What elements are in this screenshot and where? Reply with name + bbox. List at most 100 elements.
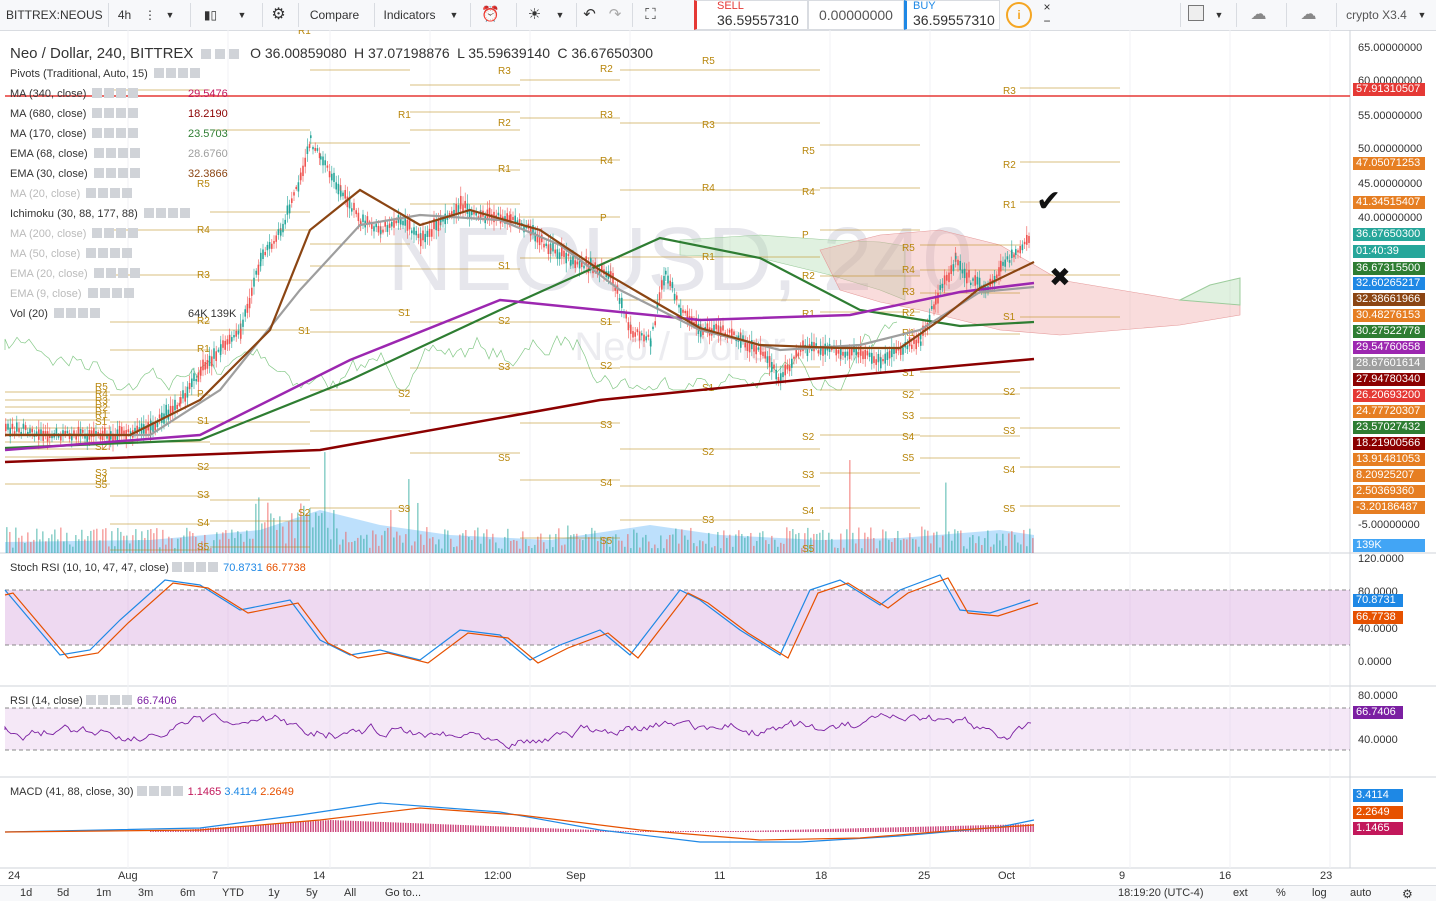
range-button-5y[interactable]: 5y	[306, 887, 318, 899]
legend-controls[interactable]	[92, 88, 140, 100]
more-icon[interactable]: ⋮	[140, 3, 160, 27]
chevron-down-icon[interactable]: ▼	[1210, 3, 1228, 27]
volume-bar	[27, 532, 29, 553]
indicator-legend-row[interactable]: MA (50, close)	[10, 248, 134, 260]
candle-body	[837, 350, 840, 354]
indicator-legend-row[interactable]: Pivots (Traditional, Auto, 15)	[10, 68, 202, 80]
rsi-value: 66.7406	[136, 695, 177, 707]
candle-body	[636, 329, 639, 333]
layout-name[interactable]: crypto X3.4	[1336, 3, 1416, 27]
range-button-1m[interactable]: 1m	[96, 887, 111, 899]
legend-controls[interactable]	[93, 268, 142, 280]
settings-icon[interactable]: ⚙	[1402, 887, 1413, 901]
macd-hist-bar	[762, 830, 764, 832]
range-button-5d[interactable]: 5d	[57, 887, 69, 899]
cloud-save-icon[interactable]: ☁	[1286, 3, 1330, 27]
range-button-ytd[interactable]: YTD	[222, 887, 244, 899]
legend-controls[interactable]	[153, 68, 202, 80]
volume-bar	[639, 547, 641, 553]
legend-controls[interactable]	[136, 786, 185, 798]
percent-toggle[interactable]: %	[1276, 887, 1286, 899]
volume-bar	[279, 516, 281, 553]
range-button-1y[interactable]: 1y	[268, 887, 280, 899]
object-tree-icon[interactable]	[1180, 3, 1210, 27]
auto-toggle[interactable]: auto	[1350, 887, 1371, 899]
volume-bar	[522, 531, 524, 553]
indicators-button[interactable]: Indicators	[374, 3, 444, 27]
range-button-3m[interactable]: 3m	[138, 887, 153, 899]
candles-icon[interactable]: ▮▯	[190, 3, 230, 27]
price-tag: 139K	[1353, 539, 1425, 552]
compare-button[interactable]: Compare	[298, 3, 370, 27]
volume-bar	[513, 539, 515, 553]
pivot-label: R1	[197, 344, 210, 355]
indicator-legend-row[interactable]: MA (340, close) 29.5476	[10, 88, 228, 100]
log-toggle[interactable]: log	[1312, 887, 1327, 899]
date-axis-label: 25	[918, 870, 931, 882]
volume-bar	[1023, 529, 1025, 553]
cloud-load-icon[interactable]: ☁	[1236, 3, 1280, 27]
indicator-legend-row[interactable]: MA (20, close)	[10, 188, 134, 200]
candle-body	[1015, 249, 1017, 255]
volume-bar	[837, 548, 839, 553]
alert-icon[interactable]: ⏰	[470, 3, 510, 27]
legend-controls[interactable]	[87, 288, 136, 300]
legend-controls[interactable]	[53, 308, 102, 320]
legend-controls[interactable]	[172, 562, 220, 574]
undo-icon[interactable]: ↶	[576, 3, 602, 27]
legend-controls[interactable]	[85, 695, 134, 707]
range-button-all[interactable]: All	[344, 887, 356, 899]
macd-hist-bar	[780, 830, 782, 832]
symbol-search[interactable]: BITTREX:NEOUS	[6, 3, 106, 27]
indicator-legend-row[interactable]: MA (680, close) 18.2190	[10, 108, 228, 120]
range-button-6m[interactable]: 6m	[180, 887, 195, 899]
redo-icon[interactable]: ↷	[602, 3, 628, 27]
chevron-down-icon[interactable]: ▼	[552, 3, 568, 27]
settings-icon[interactable]: ⚙	[262, 3, 294, 27]
indicator-legend-row[interactable]: EMA (68, close) 28.6760	[10, 148, 228, 160]
legend-controls[interactable]	[93, 148, 142, 160]
indicator-legend-row[interactable]: EMA (30, close) 32.3866	[10, 168, 228, 180]
chevron-down-icon[interactable]: ▼	[232, 3, 252, 27]
goto-button[interactable]: Go to...	[385, 887, 421, 899]
volume-bar	[996, 533, 998, 553]
chevron-down-icon[interactable]: ▼	[160, 3, 180, 27]
legend-controls[interactable]	[86, 188, 134, 200]
buy-box[interactable]: BUY 36.59557310	[904, 0, 1000, 30]
indicator-legend-row[interactable]: EMA (20, close)	[10, 268, 142, 280]
indicator-legend-row[interactable]: Ichimoku (30, 88, 177, 88)	[10, 208, 192, 220]
indicator-legend-row[interactable]: Vol (20) 64K 139K	[10, 308, 236, 320]
candle-body	[431, 229, 433, 237]
legend-controls[interactable]	[92, 128, 140, 140]
legend-controls[interactable]	[93, 168, 142, 180]
legend-controls[interactable]	[143, 208, 192, 220]
close-icon[interactable]: ×	[1040, 0, 1054, 14]
minus-icon[interactable]: −	[1040, 14, 1054, 28]
candle-body	[661, 280, 663, 290]
interval-selector[interactable]: 4h	[108, 3, 140, 27]
sell-box[interactable]: SELL 36.59557310	[694, 0, 808, 30]
legend-controls[interactable]	[200, 47, 243, 61]
indicator-legend-row[interactable]: MA (170, close) 23.5703	[10, 128, 228, 140]
fullscreen-icon[interactable]: ⛶	[632, 3, 668, 27]
price-tag: 36.67650300	[1353, 228, 1425, 241]
light-icon[interactable]: ☀	[516, 3, 552, 27]
info-icon[interactable]: i	[1006, 2, 1032, 28]
range-button-1d[interactable]: 1d	[20, 887, 32, 899]
macd-hist-bar	[840, 828, 842, 832]
macd-hist-bar	[525, 827, 527, 832]
indicator-legend-row[interactable]: EMA (9, close)	[10, 288, 136, 300]
candle-body	[480, 214, 482, 218]
pivot-label: S2	[702, 447, 715, 458]
volume-bar	[981, 544, 983, 553]
chevron-down-icon[interactable]: ▼	[1414, 3, 1430, 27]
legend-controls[interactable]	[92, 108, 140, 120]
volume-bar	[234, 538, 236, 553]
legend-controls[interactable]	[92, 228, 140, 240]
chevron-down-icon[interactable]: ▼	[444, 3, 464, 27]
indicator-legend-row[interactable]: MA (200, close)	[10, 228, 140, 240]
ext-toggle[interactable]: ext	[1233, 887, 1248, 899]
legend-controls[interactable]	[86, 248, 134, 260]
macd-hist-bar	[892, 827, 894, 832]
macd-hist-bar	[925, 826, 927, 832]
